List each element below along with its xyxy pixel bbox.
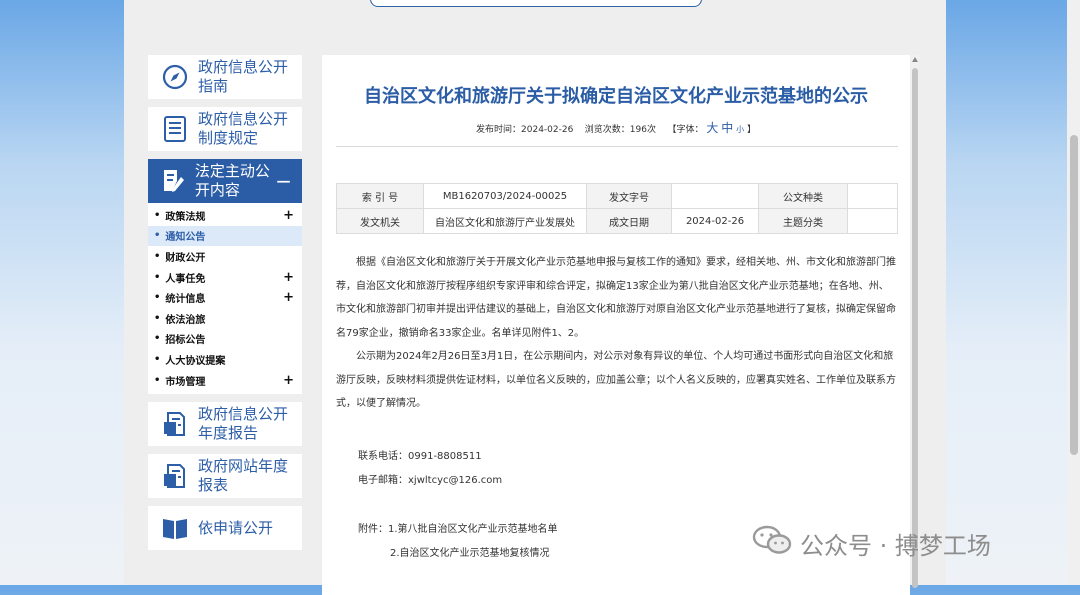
bullet-icon: • bbox=[154, 374, 161, 386]
sub-item-label: 市场管理 bbox=[165, 376, 206, 388]
sub-item-personnel[interactable]: • 人事任免 + bbox=[148, 267, 302, 288]
bullet-icon: • bbox=[154, 230, 161, 242]
sub-item-policy[interactable]: • 政策法规 + bbox=[148, 205, 302, 226]
sub-item-label: 人大协议提案 bbox=[165, 355, 226, 367]
bullet-icon: • bbox=[154, 271, 161, 283]
report-icon bbox=[160, 409, 190, 439]
window-scrollbar-thumb[interactable] bbox=[1070, 135, 1078, 455]
sub-item-proposals[interactable]: • 人大协议提案 bbox=[148, 349, 302, 370]
compass-icon bbox=[160, 62, 190, 92]
table-cell bbox=[847, 183, 898, 209]
article-panel: 自治区文化和旅游厅关于拟确定自治区文化产业示范基地的公示 发布时间：2024-0… bbox=[322, 55, 910, 595]
table-cell: MB1620703/2024-00025 bbox=[423, 183, 587, 209]
content-scrollbar-thumb[interactable] bbox=[912, 68, 918, 588]
sub-item-tender[interactable]: • 招标公告 bbox=[148, 329, 302, 350]
article-title: 自治区文化和旅游厅关于拟确定自治区文化产业示范基地的公示 bbox=[364, 86, 868, 107]
table-cell: 索 引 号 bbox=[336, 183, 424, 209]
sub-item-market[interactable]: • 市场管理 + bbox=[148, 370, 302, 391]
sidebar-item-active-disclosure[interactable]: 法定主动公开内容 − bbox=[148, 159, 302, 203]
paragraph: 公示期为2024年2月26日至3月1日，在公示期间内，对公示对象有异议的单位、个… bbox=[336, 351, 896, 409]
table-cell: 自治区文化和旅游厅产业发展处 bbox=[423, 208, 587, 234]
edit-document-icon bbox=[160, 166, 187, 196]
sub-item-label: 财政公开 bbox=[165, 252, 206, 264]
expand-plus-icon[interactable]: + bbox=[283, 270, 294, 285]
book-icon bbox=[160, 513, 190, 543]
article-meta: 发布时间：2024-02-26 浏览次数：196次 【字体： 大 中 小 】 bbox=[322, 119, 910, 136]
sidebar-item-label: 政府网站年度报表 bbox=[198, 457, 289, 495]
font-small-button[interactable]: 小 bbox=[736, 125, 744, 134]
table-cell bbox=[847, 208, 898, 234]
sidebar-item-label: 依申请公开 bbox=[198, 518, 274, 537]
table-cell: 发文字号 bbox=[586, 183, 672, 209]
sub-item-label: 通知公告 bbox=[165, 232, 206, 244]
sub-item-label: 依法治旅 bbox=[165, 314, 206, 326]
sub-item-statistics[interactable]: • 统计信息 + bbox=[148, 287, 302, 308]
bullet-icon: • bbox=[154, 250, 161, 262]
divider bbox=[336, 146, 898, 147]
attachment-2[interactable]: 2.自治区文化产业示范基地复核情况 bbox=[390, 544, 550, 559]
sidebar-item-request[interactable]: 依申请公开 bbox=[148, 506, 302, 551]
sidebar-item-label: 政府信息公开指南 bbox=[198, 58, 289, 95]
watermark: 公众号 · 搏梦工场 bbox=[752, 524, 991, 562]
report-icon bbox=[160, 461, 190, 491]
expand-plus-icon[interactable]: + bbox=[283, 373, 294, 388]
table-cell: 成文日期 bbox=[586, 208, 672, 234]
watermark-text: 公众号 · 搏梦工场 bbox=[800, 531, 991, 560]
sub-item-finance[interactable]: • 财政公开 bbox=[148, 246, 302, 267]
sub-item-label: 统计信息 bbox=[165, 294, 206, 306]
collapse-toggle[interactable]: − bbox=[275, 169, 292, 193]
bullet-icon: • bbox=[154, 312, 161, 324]
bullet-icon: • bbox=[154, 209, 161, 221]
table-cell: 公文种类 bbox=[758, 183, 848, 209]
font-size-label: 【字体： bbox=[667, 125, 704, 135]
sub-item-notices[interactable]: • 通知公告 bbox=[148, 225, 302, 247]
sub-item-label: 招标公告 bbox=[165, 335, 206, 347]
sub-item-label: 政策法规 bbox=[165, 211, 206, 223]
bullet-icon: • bbox=[154, 353, 161, 365]
table-cell: 发文机关 bbox=[336, 208, 424, 234]
font-size-label-close: 】 bbox=[746, 125, 756, 135]
sub-menu: • 政策法规 + • 通知公告 • 财政公开 • 人事任免 + • 统计信息 + • 依法治旅 •… bbox=[148, 203, 302, 395]
contact-phone: 联系电话：0991-8808511 bbox=[358, 451, 482, 462]
sidebar-item-label: 政府信息公开年度报告 bbox=[198, 405, 289, 443]
font-large-button[interactable]: 大 bbox=[706, 121, 718, 135]
window-scrollbar[interactable] bbox=[1067, 0, 1080, 585]
publish-date: 2024-02-26 bbox=[521, 125, 574, 135]
paragraph: 根据《自治区文化和旅游厅关于开展文化产业示范基地申报与复核工作的通知》要求，经相… bbox=[336, 257, 896, 339]
contact-email: 电子邮箱：xjwltcyc@126.com bbox=[358, 475, 503, 486]
sidebar-item-annual-report[interactable]: 政府信息公开年度报告 bbox=[148, 402, 302, 447]
sub-item-label: 人事任免 bbox=[165, 273, 206, 285]
table-cell: 主题分类 bbox=[758, 208, 848, 234]
sidebar-item-guide[interactable]: 政府信息公开指南 bbox=[148, 55, 302, 99]
bullet-icon: • bbox=[154, 333, 161, 345]
bullet-icon: • bbox=[154, 292, 161, 304]
info-table: 索 引 号 MB1620703/2024-00025 发文字号 公文种类 发文机… bbox=[336, 183, 898, 234]
table-row: 发文机关 自治区文化和旅游厅产业发展处 成文日期 2024-02-26 主题分类 bbox=[336, 208, 898, 234]
sub-item-law[interactable]: • 依法治旅 bbox=[148, 308, 302, 329]
table-cell bbox=[671, 183, 759, 209]
document-list-icon bbox=[160, 114, 190, 144]
table-cell: 2024-02-26 bbox=[671, 208, 759, 234]
font-medium-button[interactable]: 中 bbox=[721, 121, 733, 135]
sidebar-item-label: 政府信息公开制度规定 bbox=[198, 110, 289, 147]
attachment-1[interactable]: 附件：1.第八批自治区文化产业示范基地名单 bbox=[358, 520, 558, 535]
sidebar-item-website-report[interactable]: 政府网站年度报表 bbox=[148, 454, 302, 499]
sidebar: 政府信息公开指南 政府信息公开制度规定 法定主动公开内容 − • 政策法规 + • 通… bbox=[148, 55, 302, 558]
scroll-up-arrow-icon[interactable] bbox=[912, 57, 918, 62]
expand-plus-icon[interactable]: + bbox=[283, 208, 294, 223]
table-row: 索 引 号 MB1620703/2024-00025 发文字号 公文种类 bbox=[336, 183, 898, 209]
article-body: 根据《自治区文化和旅游厅关于开展文化产业示范基地申报与复核工作的通知》要求，经相… bbox=[336, 251, 898, 416]
expand-plus-icon[interactable]: + bbox=[283, 290, 294, 305]
search-input[interactable] bbox=[370, 0, 702, 7]
publish-label: 发布时间： bbox=[476, 125, 522, 135]
wechat-icon bbox=[752, 524, 792, 562]
sidebar-item-label: 法定主动公开内容 bbox=[194, 162, 270, 199]
view-count: 196次 bbox=[629, 125, 656, 135]
sidebar-item-rules[interactable]: 政府信息公开制度规定 bbox=[148, 107, 302, 151]
views-label: 浏览次数： bbox=[584, 125, 630, 135]
